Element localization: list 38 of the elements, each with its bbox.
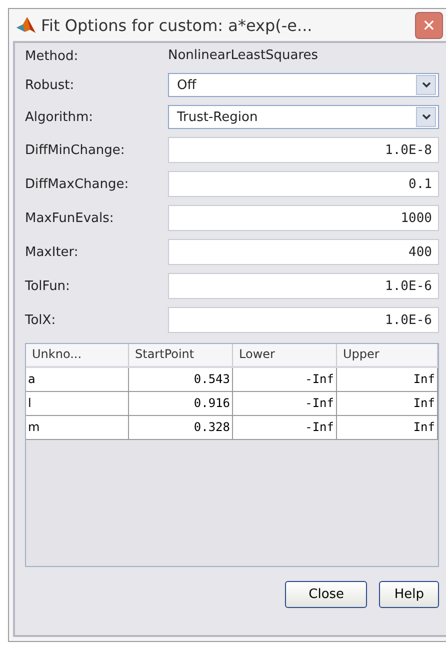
input-field[interactable]: 400 <box>168 239 439 265</box>
table-cell: 0.543 <box>129 368 233 392</box>
field-label: DiffMaxChange: <box>25 176 130 192</box>
table-cell: -Inf <box>233 392 337 416</box>
field-label: Algorithm: <box>25 110 94 124</box>
column-header[interactable]: Lower <box>233 344 337 366</box>
method-value: NonlinearLeastSquares <box>168 47 320 65</box>
dropdown[interactable]: Trust-Region <box>168 105 439 129</box>
dialog-button[interactable]: Close <box>285 581 368 608</box>
input-field[interactable]: 1.0E-6 <box>168 273 439 299</box>
field-label: Robust: <box>25 78 76 92</box>
input-field[interactable]: 1000 <box>168 205 439 231</box>
field-label: MaxIter: <box>25 244 80 260</box>
table-cell: Inf <box>337 392 438 416</box>
column-header[interactable]: Upper <box>337 344 438 366</box>
app-logo-icon <box>15 16 37 34</box>
table-cell: -Inf <box>233 368 337 392</box>
dialog-button[interactable]: Help <box>379 581 439 608</box>
table-cell: 0.328 <box>129 416 233 440</box>
field-label: TolFun: <box>25 278 71 294</box>
window-title: Fit Options for custom: a*exp(-e... <box>41 16 314 34</box>
field-label: DiffMinChange: <box>25 142 126 158</box>
input-field[interactable]: 0.1 <box>168 171 439 197</box>
table-cell: Inf <box>337 416 438 440</box>
dropdown[interactable]: Off <box>168 73 439 97</box>
table-cell: l <box>26 392 129 416</box>
input-field[interactable]: 1.0E-8 <box>168 137 439 163</box>
column-header[interactable]: Unkno... <box>26 344 129 366</box>
table-cell: Inf <box>337 368 438 392</box>
table-cell: m <box>26 416 129 440</box>
table-cell: -Inf <box>233 416 337 440</box>
field-label: TolX: <box>25 312 57 328</box>
table-cell: a <box>26 368 129 392</box>
table-cell: 0.916 <box>129 392 233 416</box>
input-field[interactable]: 1.0E-6 <box>168 307 439 333</box>
field-label: Method: <box>25 48 80 64</box>
column-header[interactable]: StartPoint <box>129 344 233 366</box>
field-label: MaxFunEvals: <box>25 210 115 226</box>
